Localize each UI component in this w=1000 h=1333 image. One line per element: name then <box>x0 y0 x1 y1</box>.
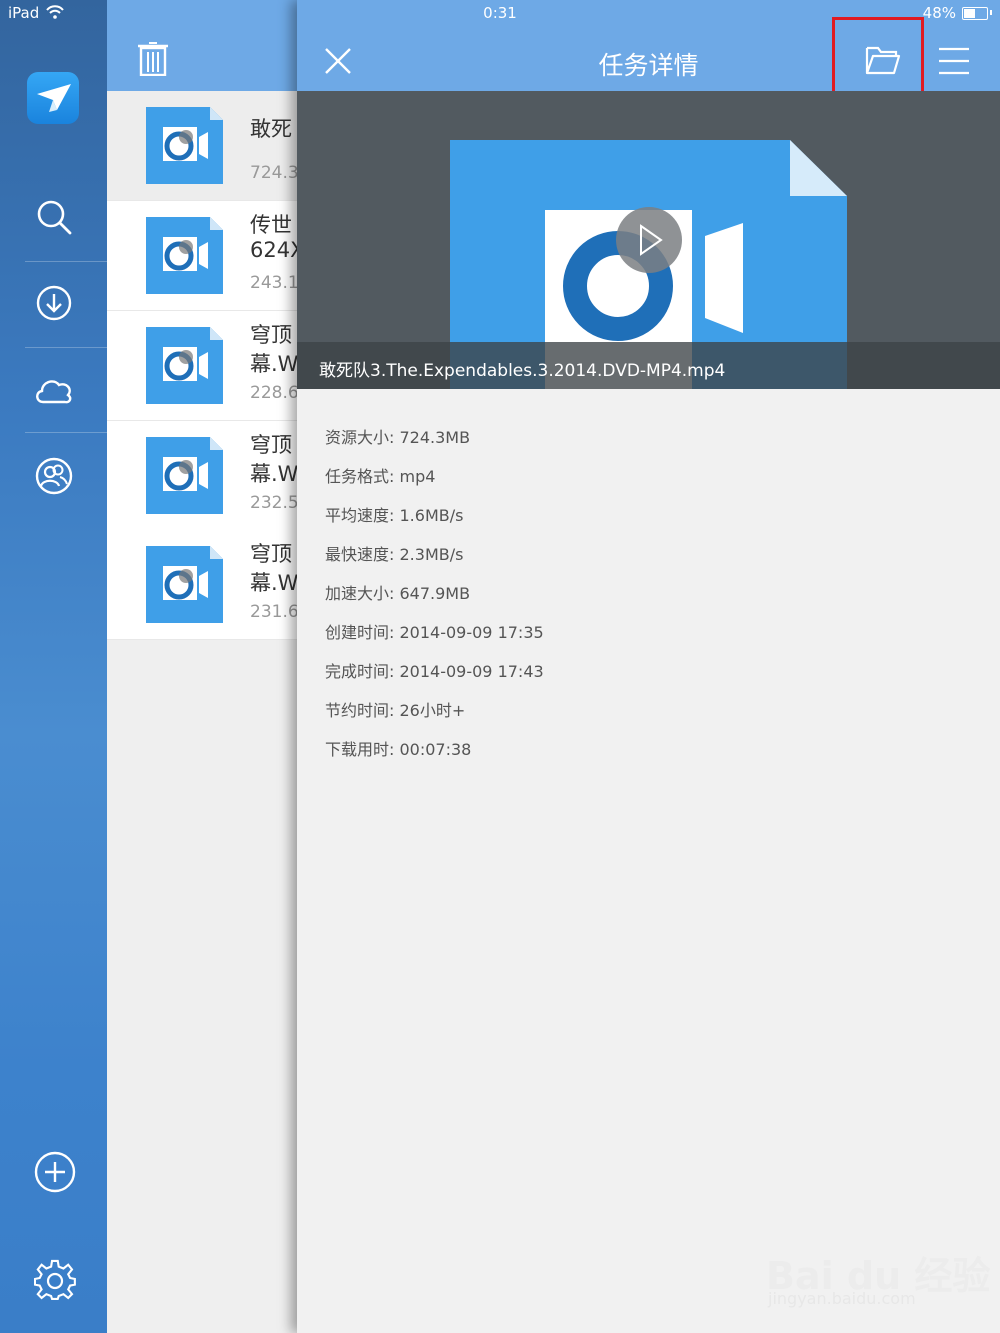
list-item[interactable]: 穹顶 幕.W 232.5 <box>107 421 307 531</box>
detail-label: 加速大小: <box>325 584 395 603</box>
item-size: 228.6 <box>250 383 299 403</box>
task-detail-panel: 任务详情 敢死队3.The.Expendables.3.2014.DVD-MP4… <box>297 0 1000 1333</box>
detail-value: 00:07:38 <box>399 740 472 759</box>
app-logo-icon[interactable] <box>27 72 79 124</box>
detail-value: 647.9MB <box>399 584 471 603</box>
trash-icon[interactable] <box>137 42 169 77</box>
detail-value: 2014-09-09 17:43 <box>399 662 544 681</box>
detail-row: 任务格式: mp4 <box>325 459 544 498</box>
detail-row: 节约时间: 26小时+ <box>325 693 544 732</box>
item-size: 243.1 <box>250 273 299 293</box>
detail-label: 下载用时: <box>325 740 395 759</box>
video-file-icon <box>146 437 223 514</box>
item-size: 232.5 <box>250 493 299 513</box>
detail-value: 2.3MB/s <box>399 545 464 564</box>
detail-label: 完成时间: <box>325 662 395 681</box>
item-size: 231.6 <box>250 602 299 622</box>
list-item[interactable]: 穹顶 幕.W 231.6 <box>107 530 307 640</box>
detail-label: 平均速度: <box>325 506 395 525</box>
baidu-watermark: Bai du 经验 jingyan.baidu.com <box>766 1225 990 1315</box>
detail-value: 1.6MB/s <box>399 506 464 525</box>
video-preview[interactable]: 敢死队3.The.Expendables.3.2014.DVD-MP4.mp4 <box>297 91 1000 389</box>
detail-row: 资源大小: 724.3MB <box>325 420 544 459</box>
battery-percent: 48% <box>922 4 956 22</box>
detail-label: 最快速度: <box>325 545 395 564</box>
list-item[interactable]: 传世 624X 243.1 <box>107 201 307 311</box>
detail-row: 平均速度: 1.6MB/s <box>325 498 544 537</box>
item-title-line2: 幕.W <box>250 571 299 595</box>
video-file-icon <box>146 327 223 404</box>
detail-label: 资源大小: <box>325 428 395 447</box>
sidebar <box>0 0 107 1333</box>
detail-label: 创建时间: <box>325 623 395 642</box>
friends-icon[interactable] <box>33 455 75 497</box>
file-name-bar: 敢死队3.The.Expendables.3.2014.DVD-MP4.mp4 <box>297 342 1000 389</box>
item-size: 724.3 <box>250 163 299 183</box>
settings-icon[interactable] <box>33 1259 76 1301</box>
item-title: 穹顶 <box>250 323 292 347</box>
video-file-icon <box>146 217 223 294</box>
detail-row: 下载用时: 00:07:38 <box>325 732 544 771</box>
detail-value: mp4 <box>399 467 436 486</box>
sidebar-divider <box>25 347 107 348</box>
item-title-line2: 幕.W <box>250 352 299 376</box>
item-title: 穹顶 <box>250 542 292 566</box>
item-title: 敢死 <box>250 117 292 141</box>
detail-row: 加速大小: 647.9MB <box>325 576 544 615</box>
menu-icon[interactable] <box>938 47 970 75</box>
detail-value: 724.3MB <box>399 428 471 447</box>
battery-nub <box>990 10 992 15</box>
item-title-line2: 幕.W <box>250 462 299 486</box>
cloud-icon[interactable] <box>33 370 75 412</box>
list-item[interactable]: 穹顶 幕.W 228.6 <box>107 311 307 421</box>
video-file-icon <box>146 546 223 623</box>
search-icon[interactable] <box>33 196 75 238</box>
task-details: 资源大小: 724.3MB 任务格式: mp4 平均速度: 1.6MB/s 最快… <box>325 420 544 771</box>
status-time: 0:31 <box>483 4 517 22</box>
sidebar-divider <box>25 261 107 262</box>
watermark-url: jingyan.baidu.com <box>768 1289 916 1308</box>
detail-row: 创建时间: 2014-09-09 17:35 <box>325 615 544 654</box>
list-item[interactable]: 敢死 724.3 <box>107 91 307 201</box>
add-icon[interactable] <box>34 1151 76 1193</box>
detail-row: 最快速度: 2.3MB/s <box>325 537 544 576</box>
detail-row: 完成时间: 2014-09-09 17:43 <box>325 654 544 693</box>
video-file-icon <box>146 107 223 184</box>
item-title: 传世 <box>250 213 292 237</box>
download-icon[interactable] <box>33 282 75 324</box>
battery-icon <box>962 7 988 20</box>
task-list: 敢死 724.3 传世 624X 243.1 穹顶 幕.W 228.6 穹顶 幕… <box>107 0 307 1333</box>
detail-value: 26小时+ <box>399 701 466 720</box>
sidebar-divider <box>25 432 107 433</box>
status-bar: iPad 0:31 48% <box>0 0 1000 28</box>
detail-value: 2014-09-09 17:35 <box>399 623 544 642</box>
detail-label: 任务格式: <box>325 467 395 486</box>
item-title: 穹顶 <box>250 433 292 457</box>
detail-label: 节约时间: <box>325 701 395 720</box>
file-name: 敢死队3.The.Expendables.3.2014.DVD-MP4.mp4 <box>319 361 726 381</box>
